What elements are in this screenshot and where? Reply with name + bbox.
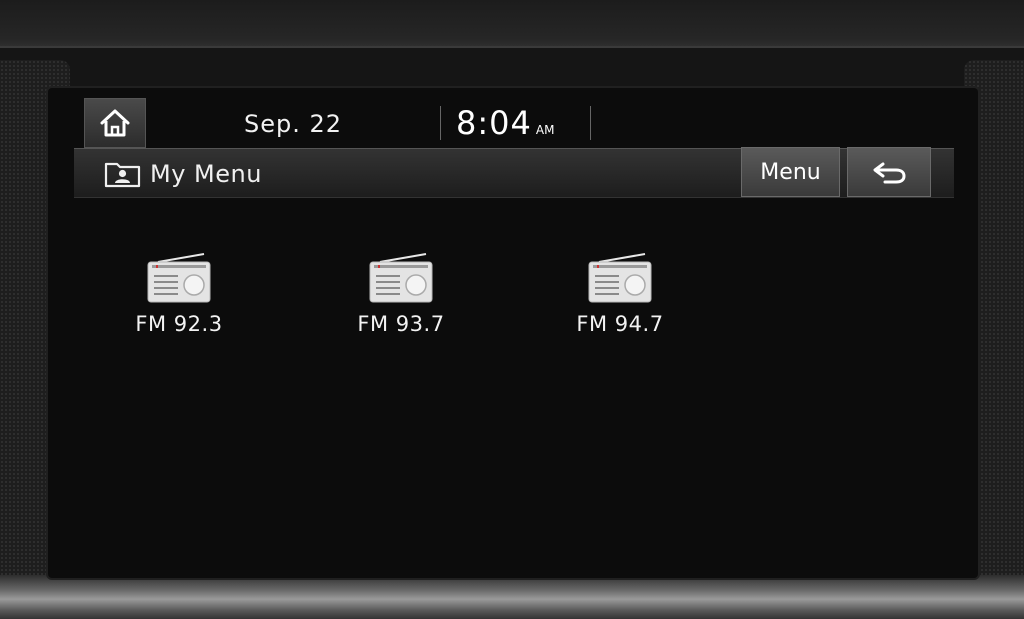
status-time: 8:04 AM — [456, 104, 554, 142]
radio-icon — [369, 253, 433, 303]
status-ampm: AM — [535, 123, 555, 137]
dashboard-bezel-top — [0, 0, 1024, 48]
title-bar: My Menu Menu — [74, 147, 954, 198]
my-menu-folder-icon — [104, 162, 141, 188]
status-bar: Sep. 22 8:04 AM — [48, 88, 978, 148]
back-button[interactable] — [847, 147, 931, 197]
status-date: Sep. 22 — [244, 110, 343, 138]
radio-icon — [147, 253, 211, 303]
favorite-station[interactable]: FM 92.3 — [109, 248, 249, 358]
favorite-station-label: FM 92.3 — [135, 312, 223, 336]
menu-button[interactable]: Menu — [741, 147, 840, 197]
status-divider — [440, 106, 441, 140]
dashboard-trim-bottom — [0, 575, 1024, 619]
home-button[interactable] — [84, 98, 146, 148]
page-title: My Menu — [150, 160, 262, 188]
favorite-station[interactable]: FM 94.7 — [550, 248, 690, 358]
status-divider — [590, 106, 591, 140]
favorite-station-label: FM 94.7 — [576, 312, 664, 336]
infotainment-screen: Sep. 22 8:04 AM My Menu Menu FM 92.3 FM … — [48, 88, 978, 578]
back-arrow-icon — [873, 162, 906, 184]
favorite-station[interactable]: FM 93.7 — [331, 248, 471, 358]
status-time-value: 8:04 — [456, 104, 532, 142]
favorite-station-label: FM 93.7 — [357, 312, 445, 336]
home-icon — [100, 109, 130, 137]
radio-icon — [588, 253, 652, 303]
